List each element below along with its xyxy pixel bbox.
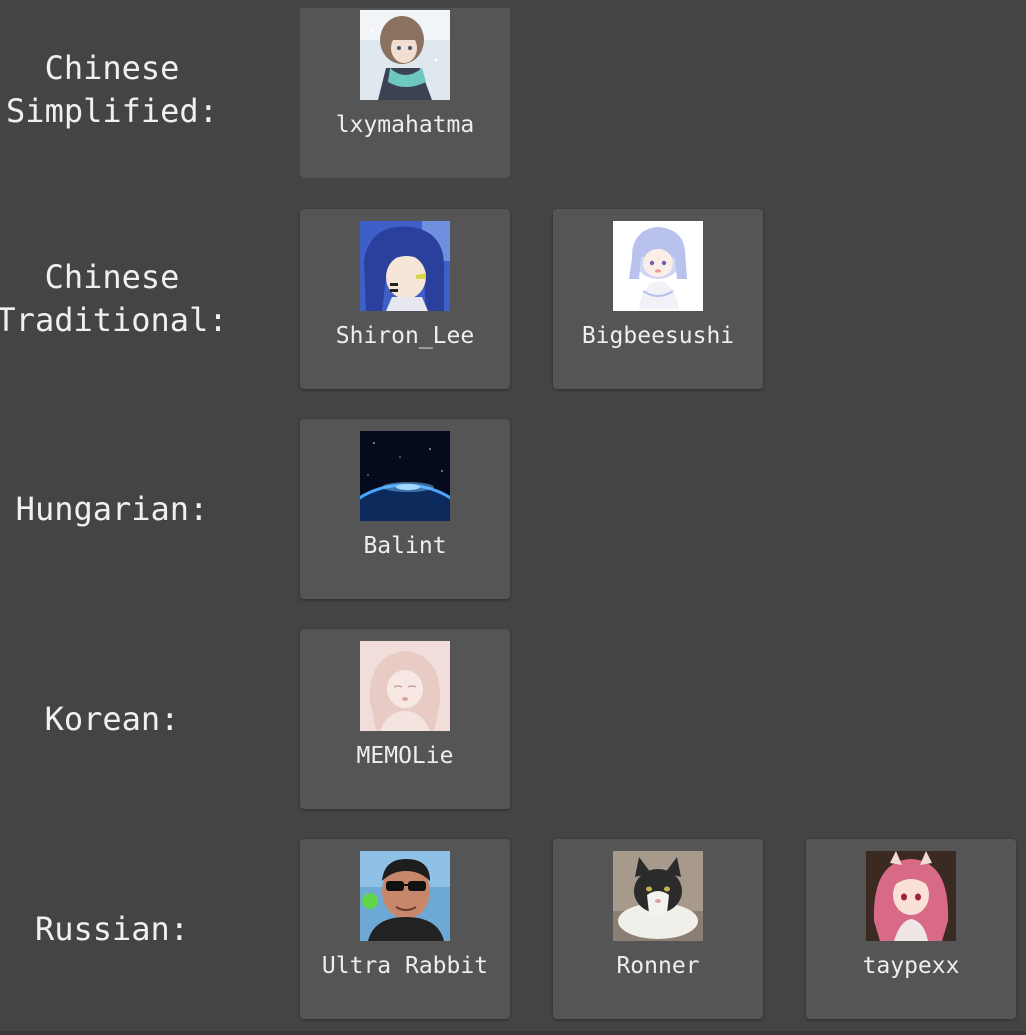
translator-card[interactable]: taypexx: [806, 839, 1016, 1019]
avatar: [360, 221, 450, 311]
translator-card[interactable]: Ronner: [553, 839, 763, 1019]
translator-name: Shiron_Lee: [335, 323, 475, 349]
translator-name: Balint: [363, 533, 447, 559]
language-row-chinese-traditional: Chinese Traditional: Shiron_Lee Bigbeesu…: [0, 209, 1026, 389]
language-label: Russian:: [34, 909, 190, 948]
avatar: [360, 431, 450, 521]
avatar: [360, 851, 450, 941]
language-label: Korean:: [44, 699, 180, 738]
translator-name: taypexx: [862, 953, 960, 979]
translator-name: Bigbeesushi: [581, 323, 735, 349]
translator-name: lxymahatma: [335, 112, 475, 138]
translator-name: Ronner: [616, 953, 700, 979]
avatar: [360, 10, 450, 100]
avatar: [613, 851, 703, 941]
translator-card[interactable]: lxymahatma: [300, 8, 510, 178]
language-label: Chinese Simplified:: [6, 49, 218, 130]
translator-card[interactable]: Shiron_Lee: [300, 209, 510, 389]
language-row-korean: Korean: MEMOLie: [0, 629, 1026, 809]
translator-card[interactable]: Balint: [300, 419, 510, 599]
language-row-chinese-simplified: Chinese Simplified: lxymahatma: [0, 0, 1026, 180]
avatar: [613, 221, 703, 311]
avatar: [360, 641, 450, 731]
language-row-russian: Russian: Ultra Rabbit Ronner taypexx: [0, 839, 1026, 1019]
avatar: [866, 851, 956, 941]
language-label: Chinese Traditional:: [0, 258, 228, 339]
bottom-border: [0, 1031, 1026, 1035]
translator-name: Ultra Rabbit: [321, 953, 489, 979]
translator-card[interactable]: MEMOLie: [300, 629, 510, 809]
translator-card[interactable]: Bigbeesushi: [553, 209, 763, 389]
language-row-hungarian: Hungarian: Balint: [0, 419, 1026, 599]
translator-card[interactable]: Ultra Rabbit: [300, 839, 510, 1019]
language-label: Hungarian:: [15, 489, 209, 528]
translator-name: MEMOLie: [356, 743, 454, 769]
